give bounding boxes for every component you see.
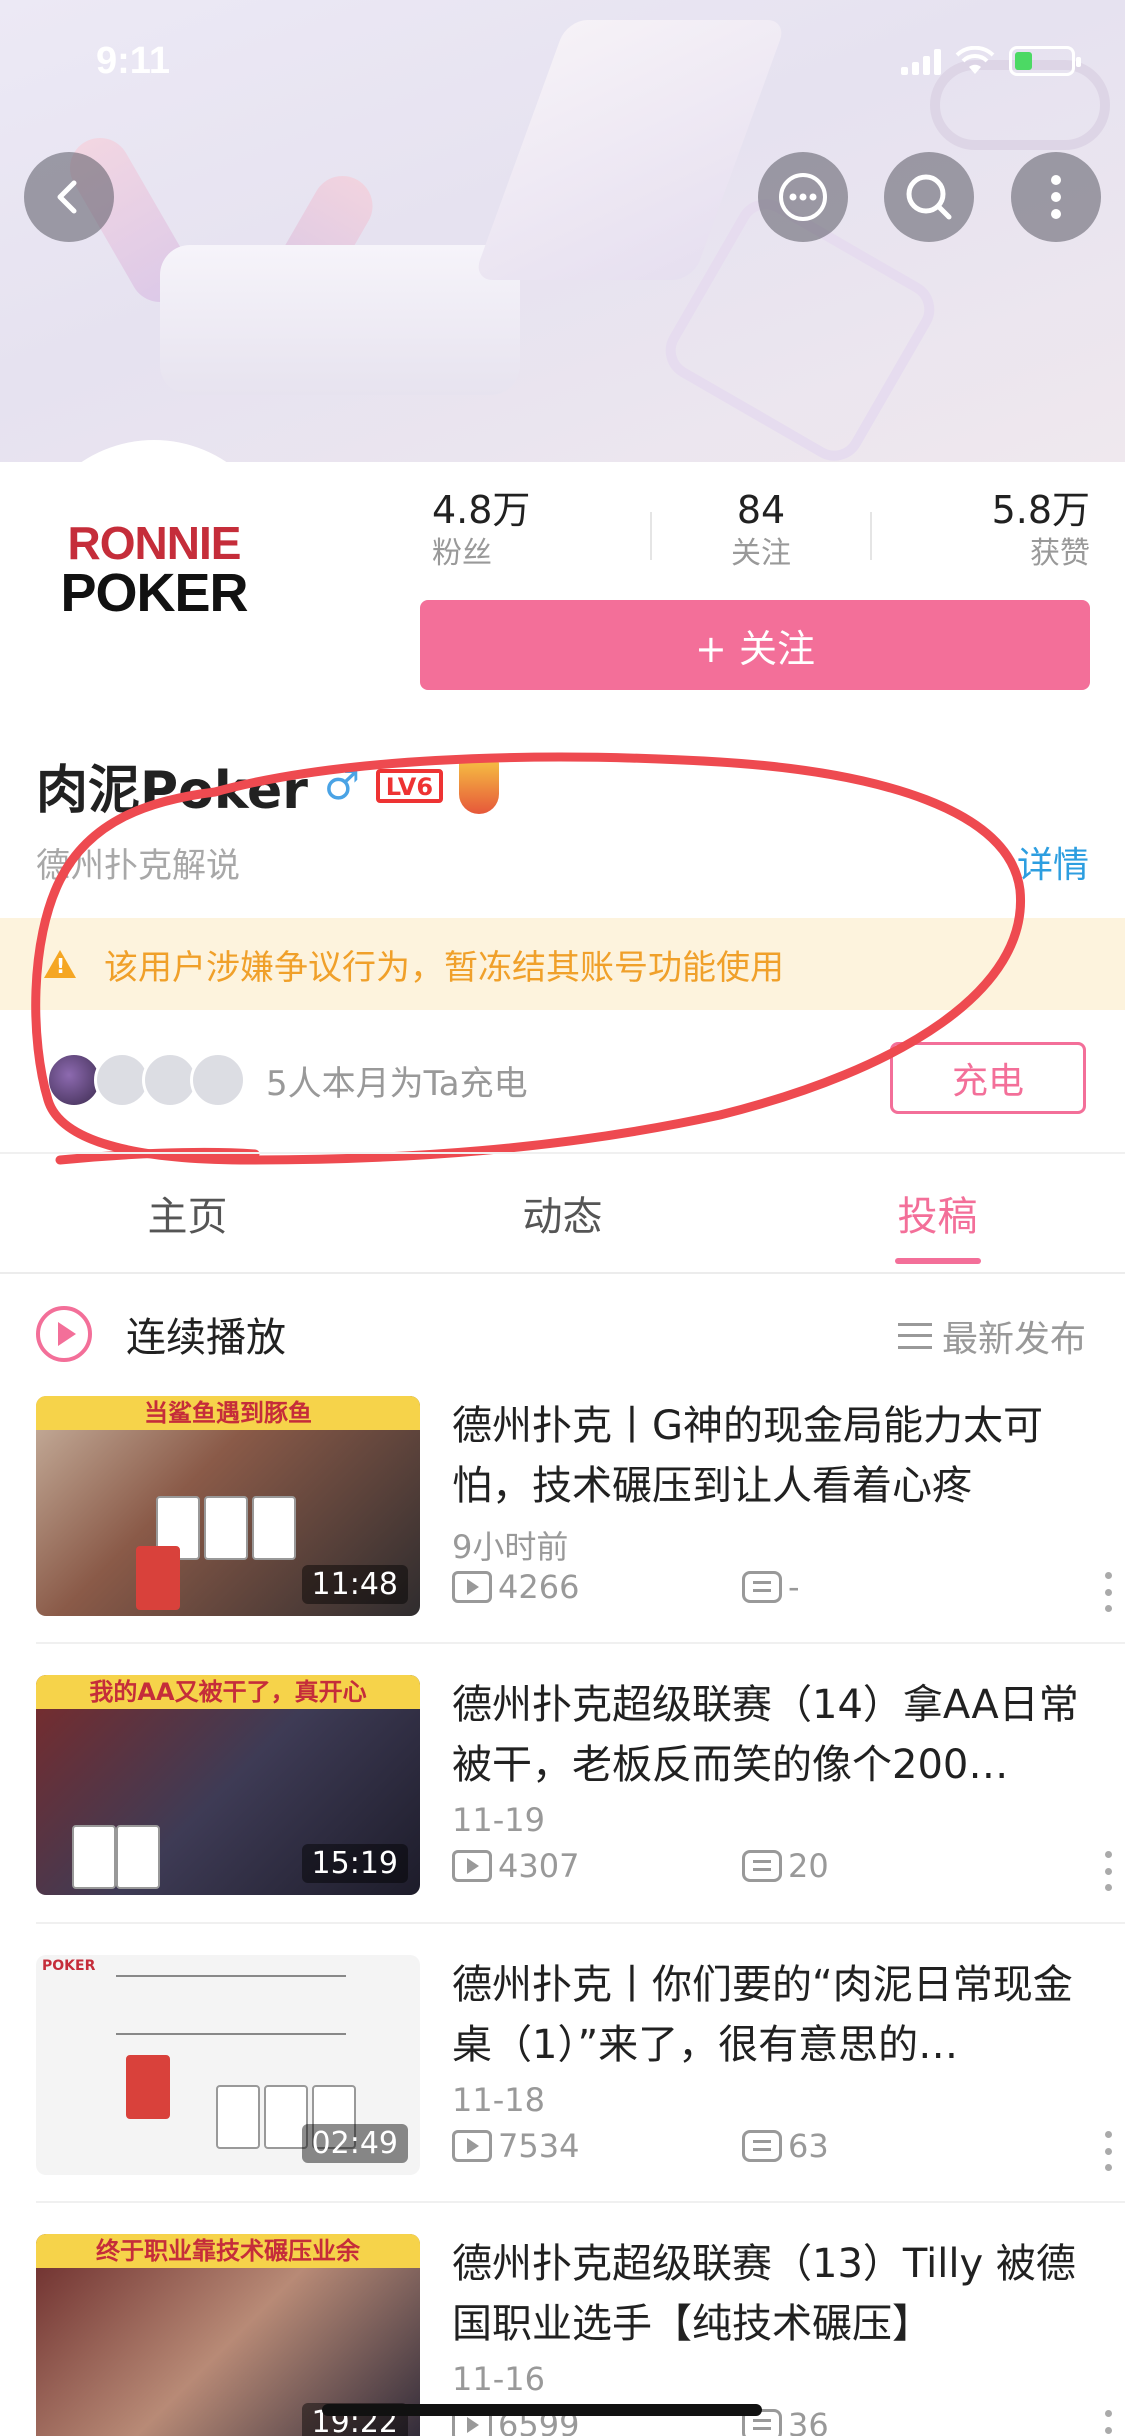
more-button[interactable] (1011, 152, 1101, 242)
tab-dynamics[interactable]: 动态 (375, 1154, 750, 1272)
video-date: 11-19 (452, 1801, 545, 1839)
detail-link[interactable]: 详情 (1017, 836, 1089, 888)
video-thumbnail[interactable]: 当鲨鱼遇到豚鱼 11:48 (36, 1396, 420, 1616)
play-all-row: 连续播放 最新发布 (36, 1304, 1086, 1364)
stat-following[interactable]: 84 关注 (652, 486, 870, 576)
video-more-icon[interactable] (1103, 2131, 1113, 2171)
play-count: 4307 (498, 1847, 580, 1885)
chevron-left-icon (57, 180, 77, 214)
tabs-divider (0, 1272, 1125, 1274)
comment-count: 20 (788, 1847, 829, 1885)
list-divider (36, 1642, 1125, 1644)
account-warning-banner: 该用户涉嫌争议行为，暂冻结其账号功能使用 (0, 918, 1125, 1010)
video-duration: 11:48 (301, 1565, 408, 1604)
list-divider (36, 1922, 1125, 1924)
thumbnail-caption: 终于职业靠技术碾压业余 (36, 2234, 420, 2268)
male-gender-icon: ♂ (323, 762, 360, 809)
user-name-row: 肉泥Poker ♂ LV6 (36, 748, 500, 823)
stat-likes[interactable]: 5.8万 获赞 (872, 486, 1090, 576)
back-button[interactable] (24, 152, 114, 242)
video-title[interactable]: 德州扑克超级联赛（14）拿AA日常被干，老板反而笑的像个200… (452, 1675, 1112, 1795)
message-button[interactable] (758, 152, 848, 242)
warning-icon (44, 950, 76, 978)
thumbnail-caption: 我的AA又被干了，真开心 (36, 1675, 420, 1709)
tab-uploads[interactable]: 投稿 (750, 1154, 1125, 1272)
comment-count: 36 (788, 2406, 829, 2436)
charge-count-text: 5人本月为Ta充电 (266, 1063, 528, 1104)
stat-value: 84 (736, 488, 786, 532)
stat-label: 粉丝 (432, 536, 492, 571)
stat-label: 关注 (731, 536, 791, 571)
level-badge[interactable]: LV6 (375, 768, 444, 803)
home-indicator[interactable] (322, 2404, 762, 2416)
stat-fans[interactable]: 4.8万 粉丝 (420, 486, 650, 576)
wifi-icon (955, 46, 995, 74)
video-duration: 02:49 (301, 2124, 408, 2163)
warning-text: 该用户涉嫌争议行为，暂冻结其账号功能使用 (104, 947, 784, 988)
more-vertical-icon (1051, 175, 1061, 219)
play-count-icon (452, 1571, 492, 1603)
video-date: 11-16 (452, 2360, 545, 2398)
follow-button[interactable]: + 关注 (420, 600, 1090, 690)
comment-count: - (788, 1568, 800, 1606)
charge-row: 5人本月为Ta充电 充电 (46, 1042, 1086, 1118)
video-meta: 4266 - (452, 1568, 1092, 1612)
list-divider (36, 2201, 1125, 2203)
list-icon (897, 1323, 932, 1349)
comment-count-icon (742, 1850, 782, 1882)
tab-home[interactable]: 主页 (0, 1154, 375, 1272)
avatar[interactable]: RONNIE POKER (24, 440, 284, 700)
charger-avatar (190, 1052, 246, 1108)
thumbnail-caption: 当鲨鱼遇到豚鱼 (36, 1396, 420, 1430)
stat-value: 4.8万 (432, 488, 531, 532)
stat-value: 5.8万 (991, 488, 1090, 532)
medal-icon[interactable] (459, 757, 500, 814)
play-count-icon (452, 1850, 492, 1882)
user-bio: 德州扑克解说 (36, 846, 240, 886)
stat-label: 获赞 (1030, 536, 1090, 571)
play-circle-icon[interactable] (36, 1306, 92, 1362)
video-meta: 4307 20 (452, 1847, 1092, 1891)
video-date: 9小时前 (452, 1528, 569, 1566)
avatar-logo-line2: POKER (60, 563, 248, 623)
signal-icon (901, 47, 941, 75)
video-more-icon[interactable] (1103, 1851, 1113, 1891)
play-count: 4266 (498, 1568, 580, 1606)
video-item[interactable]: POKER 02:49 德州扑克丨你们要的“肉泥日常现金桌（1）”来了，很有意思… (36, 1955, 1125, 2175)
sort-label: 最新发布 (941, 1319, 1086, 1360)
thumbnail-logo: POKER (42, 1958, 96, 1974)
video-more-icon[interactable] (1103, 1572, 1113, 1612)
video-title[interactable]: 德州扑克超级联赛（13）Tilly 被德国职业选手【纯技术碾压】 (452, 2234, 1112, 2354)
video-title[interactable]: 德州扑克丨你们要的“肉泥日常现金桌（1）”来了，很有意思的… (452, 1955, 1112, 2075)
sort-button[interactable]: 最新发布 (897, 1310, 1086, 1362)
video-title[interactable]: 德州扑克丨G神的现金局能力太可怕，技术碾压到让人看着心疼 (452, 1396, 1112, 1516)
battery-icon (1009, 46, 1081, 76)
avatar-logo-line1: RONNIE (67, 517, 242, 569)
play-count: 7534 (498, 2127, 580, 2165)
user-name: 肉泥Poker (36, 761, 308, 821)
comment-count-icon (742, 1571, 782, 1603)
charger-avatars[interactable] (46, 1052, 246, 1108)
comment-count-icon (742, 2130, 782, 2162)
video-date: 11-18 (452, 2081, 545, 2119)
message-bubble-icon (779, 173, 827, 221)
video-duration: 15:19 (301, 1844, 408, 1883)
search-button[interactable] (884, 152, 974, 242)
play-all-button[interactable]: 连续播放 (126, 1305, 286, 1363)
comment-count: 63 (788, 2127, 829, 2165)
play-count-icon (452, 2130, 492, 2162)
banner-decor (160, 245, 520, 395)
search-icon (906, 174, 952, 220)
status-icons (901, 46, 1081, 76)
status-time: 9:11 (96, 40, 170, 82)
video-more-icon[interactable] (1103, 2410, 1113, 2436)
profile-tabs: 主页 动态 投稿 (0, 1154, 1125, 1272)
profile-stats: 4.8万 粉丝 84 关注 5.8万 获赞 (420, 486, 1090, 576)
video-thumbnail[interactable]: 我的AA又被干了，真开心 15:19 (36, 1675, 420, 1895)
video-item[interactable]: 我的AA又被干了，真开心 15:19 德州扑克超级联赛（14）拿AA日常被干，老… (36, 1675, 1125, 1895)
charge-button[interactable]: 充电 (890, 1042, 1086, 1114)
video-meta: 7534 63 (452, 2127, 1092, 2171)
video-item[interactable]: 当鲨鱼遇到豚鱼 11:48 德州扑克丨G神的现金局能力太可怕，技术碾压到让人看着… (36, 1396, 1125, 1616)
video-thumbnail[interactable]: POKER 02:49 (36, 1955, 420, 2175)
